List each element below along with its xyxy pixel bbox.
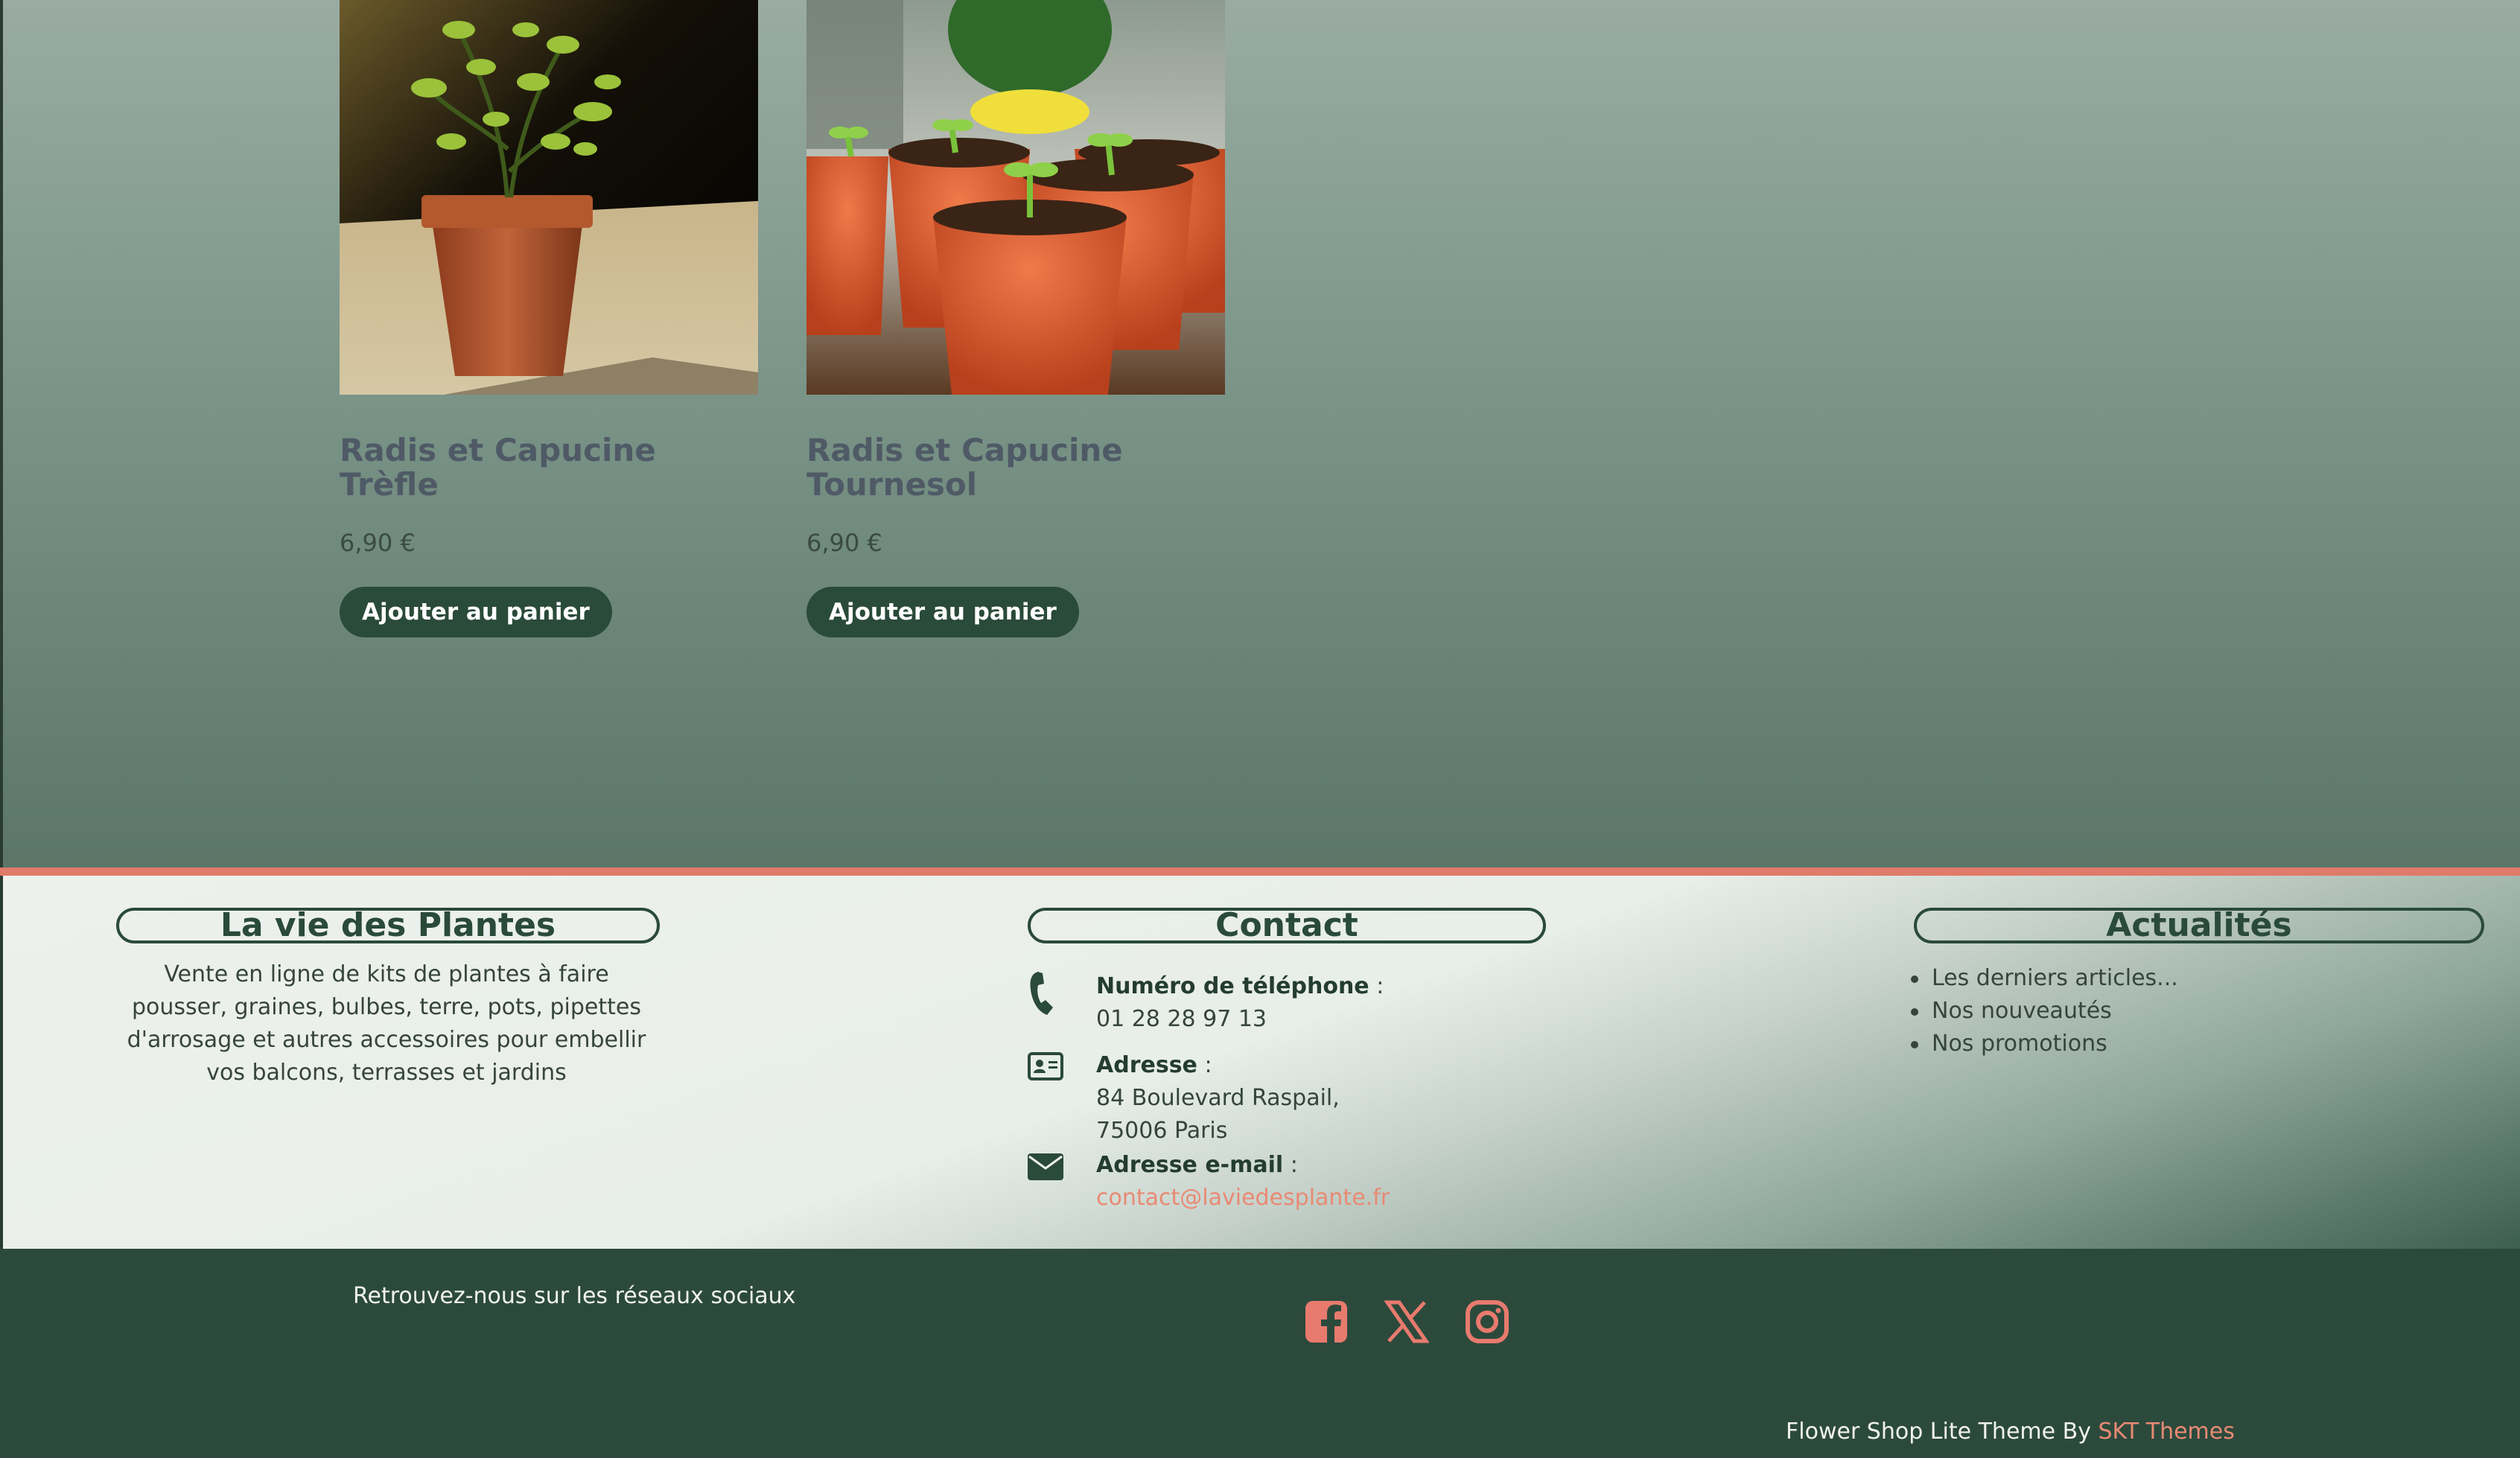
about-title: La vie des Plantes — [116, 908, 660, 943]
credit: Flower Shop Lite Theme By SKT Themes — [1786, 1419, 2235, 1445]
id-card-icon — [1028, 1052, 1065, 1085]
footer-widgets: La vie des Plantes Vente en ligne de kit… — [0, 876, 2520, 1249]
news-link[interactable]: Les derniers articles... — [1909, 962, 2178, 995]
product-price: 6,90 € — [806, 529, 882, 557]
phone-label: Numéro de téléphone — [1096, 973, 1369, 999]
email-label: Adresse e-mail — [1096, 1152, 1284, 1178]
product-card: Radis et Capucine Tournesol 6,90 € Ajout… — [806, 0, 1225, 637]
footer-divider — [0, 868, 2520, 876]
social-text: Retrouvez-nous sur les réseaux sociaux — [353, 1283, 796, 1309]
product-grid: Radis et Capucine Trèfle 6,90 € Ajouter … — [0, 0, 2520, 868]
news-link[interactable]: Nos nouveautés — [1909, 995, 2178, 1028]
product-price: 6,90 € — [340, 529, 416, 557]
news-list: Les derniers articles... Nos nouveautés … — [1909, 962, 2178, 1060]
address-line1: 84 Boulevard Raspail, — [1096, 1085, 1340, 1111]
x-icon[interactable] — [1384, 1299, 1430, 1344]
product-image[interactable] — [340, 0, 758, 395]
product-title[interactable]: Radis et Capucine Tournesol — [806, 433, 1225, 502]
email-link[interactable]: contact@laviedesplante.fr — [1096, 1182, 1513, 1215]
instagram-icon[interactable] — [1465, 1299, 1509, 1344]
envelope-icon — [1028, 1153, 1065, 1186]
news-title: Actualités — [1914, 908, 2484, 943]
news-link[interactable]: Nos promotions — [1909, 1028, 2178, 1060]
about-text: Vente en ligne de kits de plantes à fair… — [127, 961, 646, 1086]
address-label: Adresse — [1096, 1052, 1197, 1078]
address-line2: 75006 Paris — [1096, 1118, 1228, 1144]
product-card: Radis et Capucine Trèfle 6,90 € Ajouter … — [340, 0, 758, 637]
product-image[interactable] — [806, 0, 1225, 395]
facebook-icon[interactable] — [1304, 1299, 1349, 1344]
phone-number: 01 28 28 97 13 — [1096, 1006, 1267, 1032]
credit-link[interactable]: SKT Themes — [2099, 1419, 2235, 1445]
contact-title: Contact — [1028, 908, 1546, 943]
bottom-bar: Retrouvez-nous sur les réseaux sociaux F… — [0, 1249, 2520, 1458]
phone-icon — [1028, 970, 1065, 1015]
product-title[interactable]: Radis et Capucine Trèfle — [340, 433, 758, 502]
add-to-cart-button[interactable]: Ajouter au panier — [806, 587, 1079, 637]
add-to-cart-button[interactable]: Ajouter au panier — [340, 587, 612, 637]
credit-text: Flower Shop Lite Theme By — [1786, 1419, 2099, 1445]
